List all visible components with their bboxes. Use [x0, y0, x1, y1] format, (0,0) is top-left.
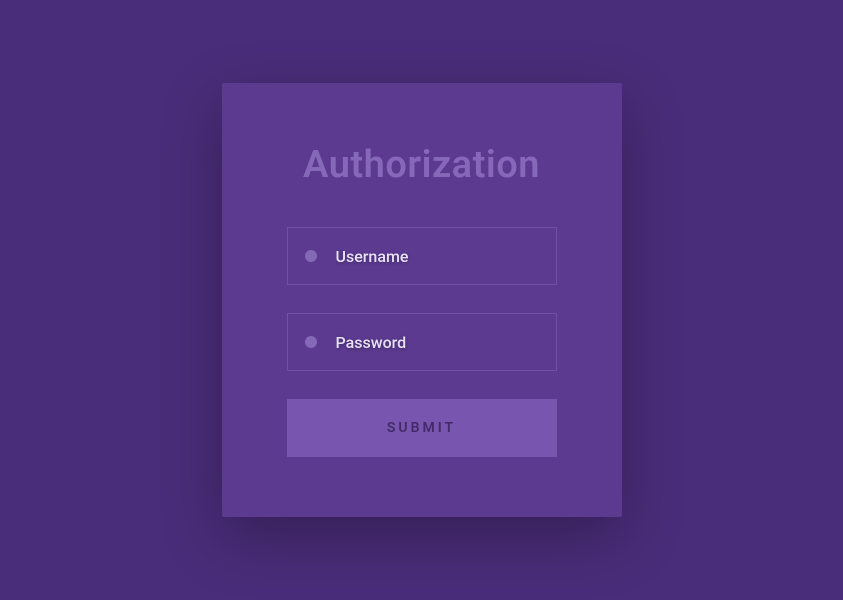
submit-button[interactable]: SUBMIT — [287, 399, 557, 457]
authorization-card: Authorization SUBMIT — [222, 83, 622, 517]
username-input[interactable] — [287, 227, 557, 285]
lock-icon — [305, 336, 317, 348]
user-icon — [305, 250, 317, 262]
password-wrapper — [287, 313, 557, 371]
password-input[interactable] — [287, 313, 557, 371]
authorization-title: Authorization — [287, 143, 557, 187]
username-wrapper — [287, 227, 557, 285]
